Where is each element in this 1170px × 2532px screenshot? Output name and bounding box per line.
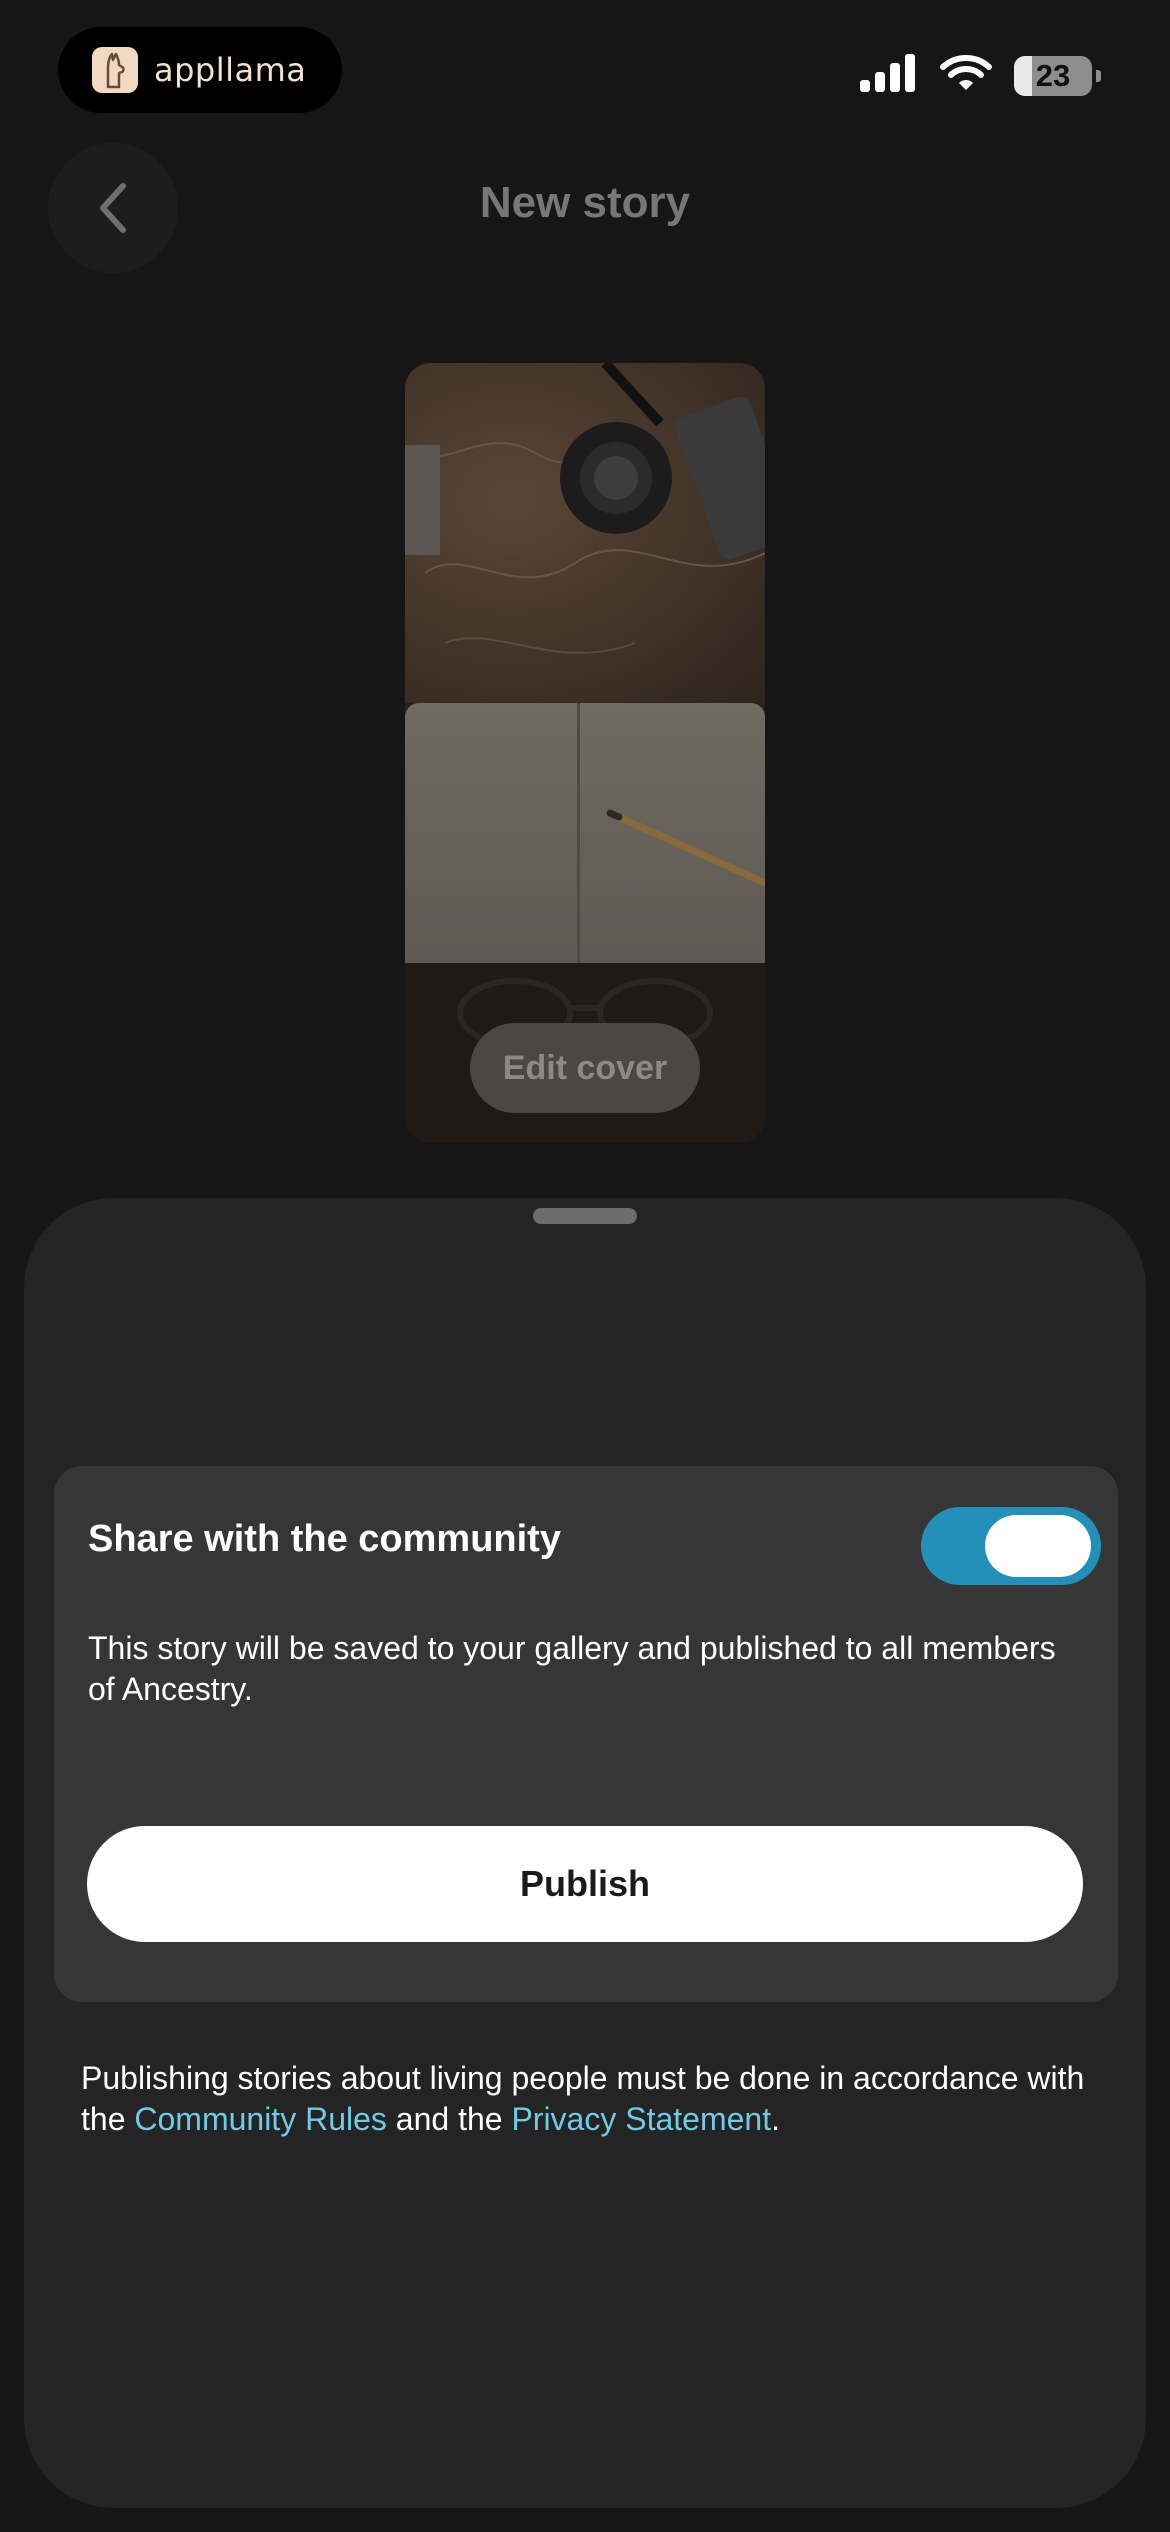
battery-icon: 23 [1014, 55, 1101, 96]
share-toggle[interactable] [921, 1507, 1101, 1585]
share-title: Share with the community [88, 1518, 561, 1560]
publish-button[interactable]: Publish [87, 1826, 1083, 1942]
share-description: This story will be saved to your gallery… [88, 1630, 1056, 1707]
sheet-grabber-handle[interactable] [533, 1208, 637, 1224]
screen: appllama 23 New story Edit cover Share w… [0, 0, 1170, 2532]
publishing-disclaimer: Publishing stories about living people m… [81, 2058, 1091, 2140]
brand-pill: appllama [58, 27, 342, 113]
edit-cover-button[interactable]: Edit cover [470, 1023, 700, 1113]
disclaimer-text-middle: and the [386, 2101, 512, 2137]
wifi-icon [940, 54, 992, 97]
privacy-statement-link[interactable]: Privacy Statement [511, 2101, 771, 2137]
signal-icon [860, 54, 918, 97]
page-title: New story [479, 178, 691, 227]
story-cover-image[interactable]: Edit cover [405, 363, 765, 1143]
status-icons: 23 [860, 54, 1101, 97]
notebook-image [405, 703, 765, 963]
toggle-knob [985, 1515, 1091, 1577]
community-rules-link[interactable]: Community Rules [134, 2101, 387, 2137]
map-background [405, 363, 765, 703]
brand-name: appllama [154, 51, 307, 89]
battery-level: 23 [1035, 57, 1071, 93]
llama-logo-icon [92, 47, 138, 93]
bottom-sheet: Share with the community This story will… [24, 1198, 1146, 2508]
share-card: Share with the community This story will… [54, 1466, 1118, 2002]
disclaimer-text-end: . [771, 2101, 780, 2137]
